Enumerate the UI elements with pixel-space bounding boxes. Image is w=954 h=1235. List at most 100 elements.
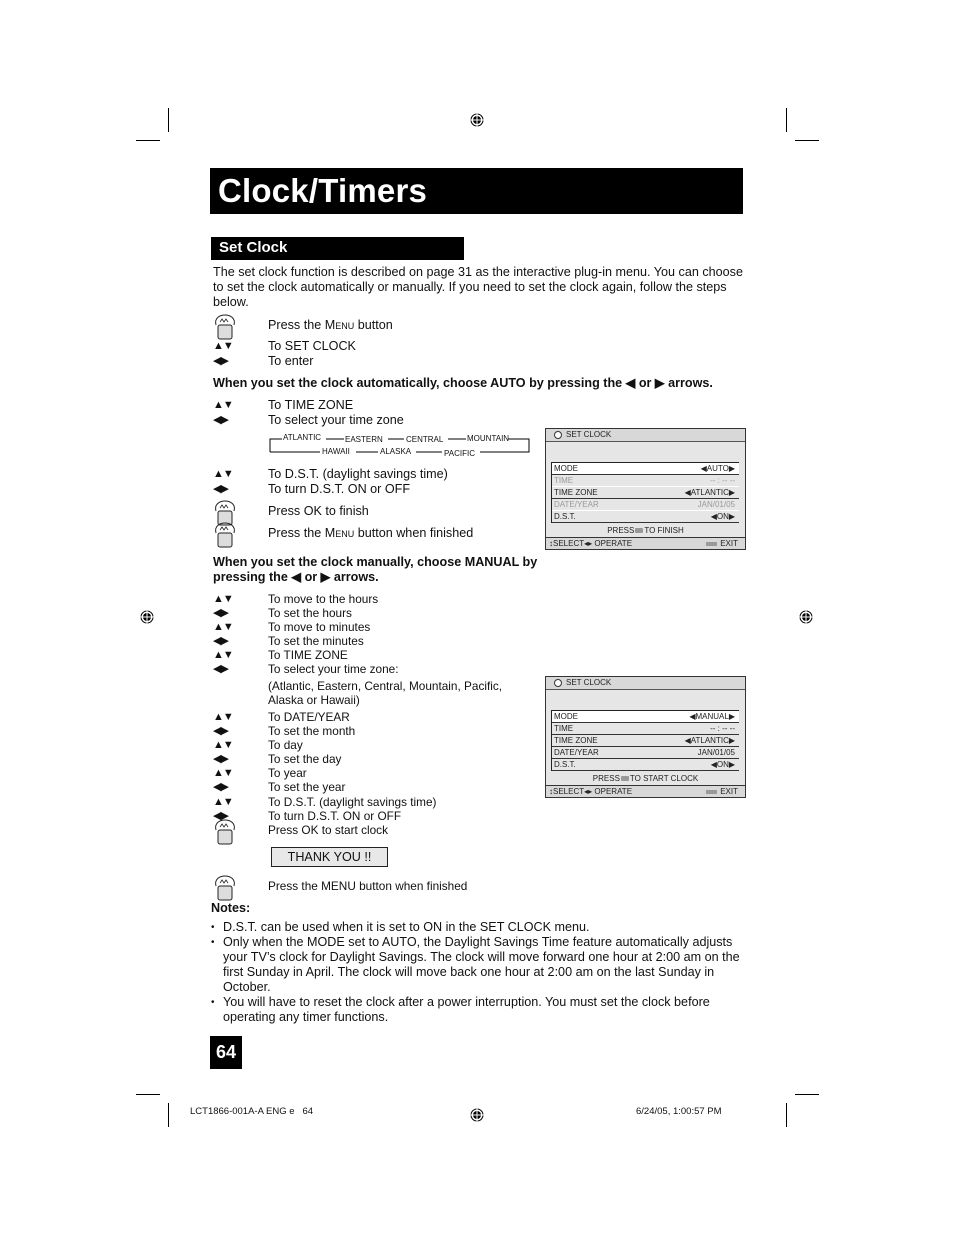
osd-set-clock-manual: SET CLOCK MODE ◀MANUAL▶ TIME -- : -- -- TIME … [545,676,746,798]
exit-hint: EXIT [706,786,738,797]
note-item: D.S.T. can be used when it is set to ON … [211,920,746,935]
step-text-part: button when finished [354,526,474,540]
osd-value-text: JAN/01/05 [697,500,735,509]
step-text: To select your time zone [268,413,404,427]
step-text: To day [268,738,303,752]
osd-row-label: DATE/YEAR [554,748,599,757]
registration-mark-icon [798,609,814,625]
osd-row-value: -- : -- -- [710,475,735,486]
step-text: Press the Menu button [268,318,393,333]
step-text: To turn D.S.T. ON or OFF [268,482,411,496]
tz-atlantic: ATLANTIC [283,433,322,442]
osd-row-time[interactable]: TIME -- : -- -- [552,723,739,735]
osd-set-clock-auto: SET CLOCK MODE ◀AUTO▶ TIME -- : -- -- TIME ZO… [545,428,746,550]
step-text: To turn D.S.T. ON or OFF [268,809,402,823]
right-arrow-icon: ▶ [728,712,735,721]
left-right-icon: ◂▸ [584,787,593,796]
tz-central: CENTRAL [406,435,444,444]
step-text: To set the minutes [268,634,364,648]
note-item: Only when the MODE set to AUTO, the Dayl… [211,935,746,995]
osd-footer: ↕SELECT◂▸ OPERATE EXIT [546,785,745,797]
select-hint: SELECT [553,539,585,548]
osd-row-time[interactable]: TIME -- : -- -- [552,475,739,487]
exit-text: EXIT [720,539,738,548]
osd-header: SET CLOCK [546,677,745,690]
tz-mountain: MOUNTAIN [467,434,510,443]
up-down-arrows-icon: ▲▼ [213,649,234,661]
menu-key-label: Menu [324,318,355,332]
left-right-icon: ◂▸ [584,539,593,548]
osd-value-text: JAN/01/05 [697,748,735,757]
step-text: To enter [268,354,314,368]
page-number: 64 [210,1036,242,1069]
notes-section: Notes: D.S.T. can be used when it is set… [211,901,746,1025]
osd-row-value: ◀ATLANTIC▶ [685,487,735,498]
footer-file-info: LCT1866-001A-A ENG e 64 [190,1106,314,1117]
ok-button-icon [620,776,629,782]
osd-row-d-s-t[interactable]: D.S.T. ◀ON▶ [552,511,739,523]
hand-press-icon [213,819,237,845]
osd-row-date-year[interactable]: DATE/YEAR JAN/01/05 [552,747,739,759]
step-text: (Atlantic, Eastern, Central, Mountain, P… [268,679,503,693]
registration-mark-icon [139,609,155,625]
osd-row-value: ◀MANUAL▶ [689,711,735,722]
osd-value-text: AUTO [706,464,729,473]
press-text: PRESS [592,774,620,783]
osd-title: SET CLOCK [566,678,612,687]
operate-hint: OPERATE [594,539,633,548]
left-right-arrows-icon: ◀▶ [213,355,229,367]
hand-press-icon [215,875,235,901]
section-title: Set Clock [219,239,288,256]
press-text: TO FINISH [644,526,684,535]
osd-row-time-zone[interactable]: TIME ZONE ◀ATLANTIC▶ [552,487,739,499]
step-text: To select your time zone: [268,662,399,676]
osd-row-label: D.S.T. [554,512,576,521]
osd-value-text: -- : -- -- [710,724,735,733]
crop-mark [168,108,169,132]
left-right-arrows-icon: ◀▶ [213,663,229,675]
left-right-arrows-icon: ◀▶ [213,753,229,765]
registration-mark-icon [469,1107,485,1123]
left-right-arrows-icon: ◀▶ [213,725,229,737]
osd-row-value: ◀ON▶ [711,759,735,770]
osd-row-value: ◀AUTO▶ [701,463,735,474]
step-text-part: button [354,318,393,332]
step-text-part: Press the [268,318,325,332]
timezone-cycle-diagram: ATLANTIC EASTERN CENTRAL MOUNTAIN HAWAII… [268,432,533,458]
step-text: To set the year [268,780,346,794]
osd-header: SET CLOCK [546,429,745,442]
step-text: To move to minutes [268,620,371,634]
osd-menu: MODE ◀MANUAL▶ TIME -- : -- -- TIME ZONE ◀ATLA… [551,710,739,771]
osd-row-mode[interactable]: MODE ◀AUTO▶ [552,462,739,475]
operate-hint: OPERATE [594,787,633,796]
osd-row-value: ◀ON▶ [711,511,735,522]
registration-mark-icon [469,112,485,128]
osd-row-mode[interactable]: MODE ◀MANUAL▶ [552,710,739,723]
step-text: To TIME ZONE [268,398,354,412]
step-text: Alaska or Hawaii) [268,693,360,707]
osd-row-value: -- : -- -- [710,723,735,734]
final-step-text: Press the MENU button when finished [268,879,468,893]
manual-heading: When you set the clock manually, choose … [213,555,538,584]
osd-menu: MODE ◀AUTO▶ TIME -- : -- -- TIME ZONE ◀ATLANT… [551,462,739,523]
tz-pacific: PACIFIC [444,449,475,458]
step-text: To DATE/YEAR [268,710,350,724]
up-down-arrows-icon: ▲▼ [213,739,234,751]
clock-icon [554,679,562,687]
note-item: You will have to reset the clock after a… [211,995,746,1025]
step-text: Press OK to start clock [268,823,388,837]
up-down-arrows-icon: ▲▼ [213,399,234,411]
osd-value-text: MANUAL [695,712,729,721]
crop-mark [136,1094,160,1095]
osd-row-d-s-t[interactable]: D.S.T. ◀ON▶ [552,759,739,771]
osd-press-hint: PRESS TO FINISH [546,523,745,537]
thank-you-box: THANK YOU !! [271,847,388,867]
right-arrow-icon: ▶ [728,512,735,521]
step-text: To year [268,766,307,780]
osd-row-time-zone[interactable]: TIME ZONE ◀ATLANTIC▶ [552,735,739,747]
left-right-arrows-icon: ◀▶ [213,483,229,495]
osd-row-label: TIME ZONE [554,736,598,745]
osd-row-date-year[interactable]: DATE/YEAR JAN/01/05 [552,499,739,511]
step-text: Press the Menu button when finished [268,526,473,541]
osd-value-text: ON [716,760,729,769]
